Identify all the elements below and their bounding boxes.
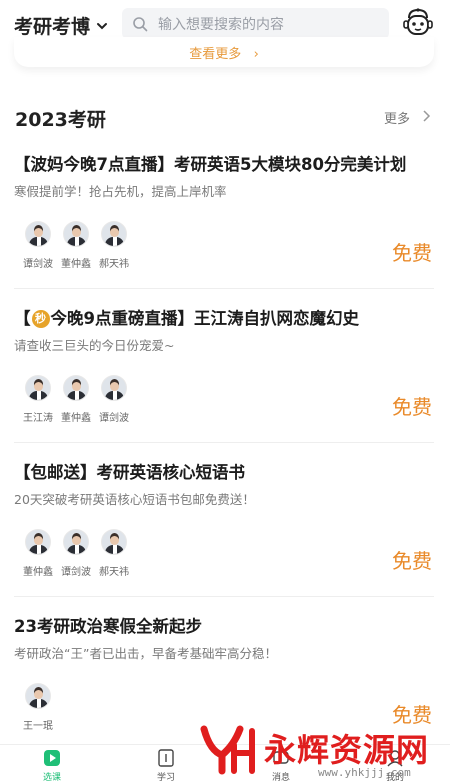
chevron-right-icon: › [245,47,259,62]
course-desc: 请查收三巨头的今日份宠爱~ [14,338,175,353]
avatar [101,375,127,401]
course-title: 【包邮送】考研英语核心短语书 [14,463,245,482]
course-desc: 考研政治“王”者已出击，早备考基础牢高分稳！ [14,646,277,661]
teacher[interactable]: 谭剑波 [19,221,57,270]
teacher[interactable]: 董仲蠡 [57,375,95,424]
teacher-list: 谭剑波 董仲蠡 郝天祎 [19,221,133,270]
avatar [101,529,127,555]
course-title: 【秒今晚9点重磅直播】王江涛自扒网恋魔幻史 [14,305,359,329]
seckill-badge: 秒 [31,310,50,328]
robot-assistant-icon[interactable] [401,6,435,40]
divider [14,288,434,289]
course-card[interactable]: 【波妈今晚7点直播】考研英语5大模块80分完美计划 寒假提前学！抢占先机，提高上… [14,151,434,279]
course-card[interactable]: 【包邮送】考研英语核心短语书 20天突破考研英语核心短语书包邮免费送！ 董仲蠡 … [14,459,434,587]
teacher[interactable]: 王一珉 [19,683,57,732]
title-text: 今晚9点重磅直播】王江涛自扒网恋魔幻史 [50,309,359,328]
tab-label: 学习 [156,773,175,783]
teacher[interactable]: 董仲蠡 [57,221,95,270]
view-more-button[interactable]: 查看更多 › [14,43,434,62]
play-icon [44,750,60,766]
avatar [63,529,89,555]
teacher[interactable]: 谭剑波 [57,529,95,578]
teacher-list: 王江涛 董仲蠡 谭剑波 [19,375,133,424]
avatar [101,221,127,247]
chevron-down-icon [97,22,108,29]
teacher-name: 董仲蠡 [61,259,91,270]
chevron-right-icon [423,110,431,122]
watermark: 永辉资源网 www.yhkjjj.com [200,717,450,783]
course-card[interactable]: 【秒今晚9点重磅直播】王江涛自扒网恋魔幻史 请查收三巨头的今日份宠爱~ 王江涛 … [14,305,434,433]
tab-courses[interactable]: 选课 [17,745,87,783]
teacher-list: 董仲蠡 谭剑波 郝天祎 [19,529,133,578]
teacher-list: 王一珉 [19,683,57,732]
teacher-name: 谭剑波 [23,259,53,270]
teacher-name: 谭剑波 [61,567,91,578]
teacher[interactable]: 郝天祎 [95,529,133,578]
avatar [25,375,51,401]
course-price: 免费 [392,395,432,419]
teacher-name: 郝天祎 [99,259,129,270]
teacher[interactable]: 郝天祎 [95,221,133,270]
tab-study[interactable]: 学习 [131,745,201,783]
tab-label: 选课 [42,773,61,783]
teacher-name: 王江涛 [23,413,53,424]
divider [14,596,434,597]
teacher[interactable]: 董仲蠡 [19,529,57,578]
search-placeholder: 输入想要搜索的内容 [158,16,284,33]
category-selector[interactable]: 考研考博 [14,12,108,39]
title-prefix: 【 [14,309,31,328]
course-title: 【波妈今晚7点直播】考研英语5大模块80分完美计划 [14,155,407,174]
avatar [25,221,51,247]
section-title: 2023考研 [15,109,106,131]
course-price: 免费 [392,241,432,265]
course-desc: 寒假提前学！抢占先机，提高上岸机率 [14,184,227,199]
teacher-name: 董仲蠡 [23,567,53,578]
search-icon [133,16,148,31]
view-more-label: 查看更多 [189,47,242,62]
teacher-name: 谭剑波 [99,413,129,424]
course-desc: 20天突破考研英语核心短语书包邮免费送！ [14,492,255,507]
teacher-name: 董仲蠡 [61,413,91,424]
avatar [63,221,89,247]
category-label: 考研考博 [14,16,91,38]
divider [14,442,434,443]
avatar [25,683,51,709]
watermark-url: www.yhkjjj.com [318,766,411,779]
teacher-name: 郝天祎 [99,567,129,578]
section-more-link[interactable]: 更多 [384,108,410,127]
watermark-text: 永辉资源网 [264,731,430,769]
course-price: 免费 [392,549,432,573]
previous-card: 查看更多 › [14,37,434,67]
book-icon [158,749,174,767]
teacher[interactable]: 谭剑波 [95,375,133,424]
avatar [63,375,89,401]
teacher[interactable]: 王江涛 [19,375,57,424]
avatar [25,529,51,555]
course-title: 23考研政治寒假全新起步 [14,617,202,636]
teacher-name: 王一珉 [23,721,53,732]
watermark-logo-icon [200,725,255,775]
search-input[interactable]: 输入想要搜索的内容 [122,8,389,39]
